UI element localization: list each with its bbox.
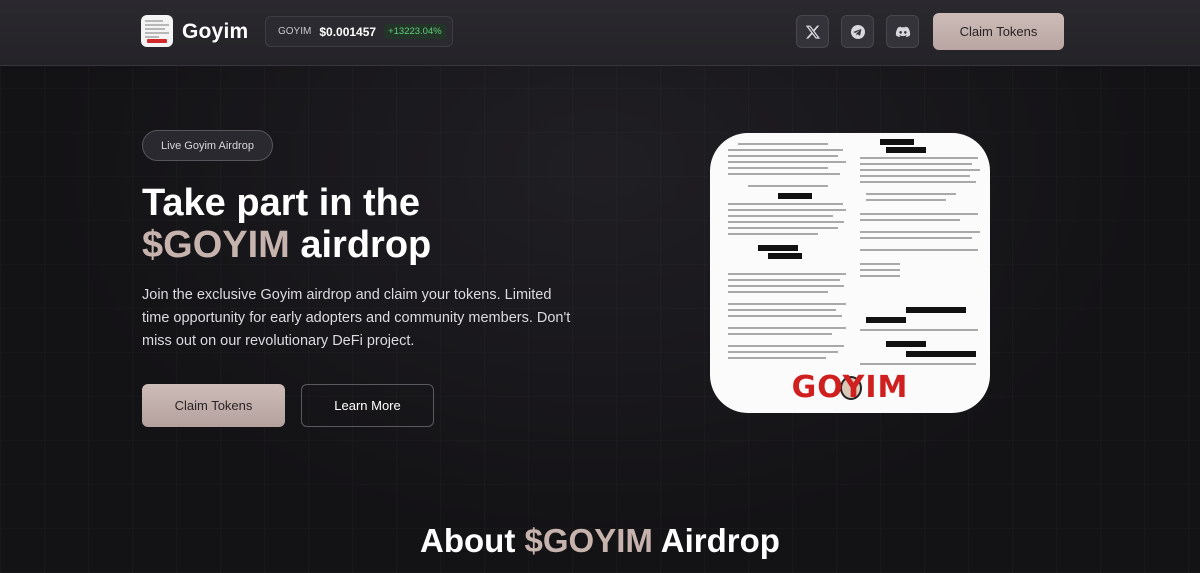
about-title-prefix: About — [420, 522, 525, 559]
hero-document-image: GOYIM — [710, 133, 990, 413]
document-left-column — [718, 133, 848, 373]
hero-claim-tokens-button[interactable]: Claim Tokens — [142, 384, 285, 427]
discord-link[interactable] — [886, 15, 919, 48]
about-section-title: About $GOYIM Airdrop — [0, 522, 1200, 560]
ticker-price: $0.001457 — [319, 24, 377, 39]
telegram-link[interactable] — [841, 15, 874, 48]
hero-title: Take part in the $GOYIM airdrop — [142, 182, 622, 266]
ticker-change-badge: +13223.04% — [384, 24, 446, 39]
logo-icon[interactable] — [141, 15, 173, 47]
hero-image-wordmark: GOYIM — [791, 370, 909, 405]
learn-more-button[interactable]: Learn More — [301, 384, 434, 427]
discord-icon — [895, 26, 910, 37]
live-airdrop-badge: Live Goyim Airdrop — [142, 130, 273, 161]
price-ticker: GOYIM $0.001457 +13223.04% — [265, 16, 453, 47]
hero-title-line1: Take part in the — [142, 182, 421, 224]
x-icon — [805, 25, 820, 39]
about-title-suffix: Airdrop — [652, 522, 780, 559]
document-right-column — [856, 133, 986, 373]
site-header: Goyim GOYIM $0.001457 +13223.04% Claim T… — [0, 0, 1200, 66]
hero-title-accent: $GOYIM — [142, 224, 290, 266]
telegram-icon — [850, 24, 865, 39]
ticker-symbol: GOYIM — [278, 26, 312, 37]
claim-tokens-button[interactable]: Claim Tokens — [933, 13, 1064, 50]
brand-name[interactable]: Goyim — [182, 20, 248, 44]
hero-title-rest: airdrop — [289, 224, 432, 266]
x-link[interactable] — [796, 15, 829, 48]
hero-description: Join the exclusive Goyim airdrop and cla… — [142, 287, 571, 349]
about-title-accent: $GOYIM — [524, 522, 653, 559]
